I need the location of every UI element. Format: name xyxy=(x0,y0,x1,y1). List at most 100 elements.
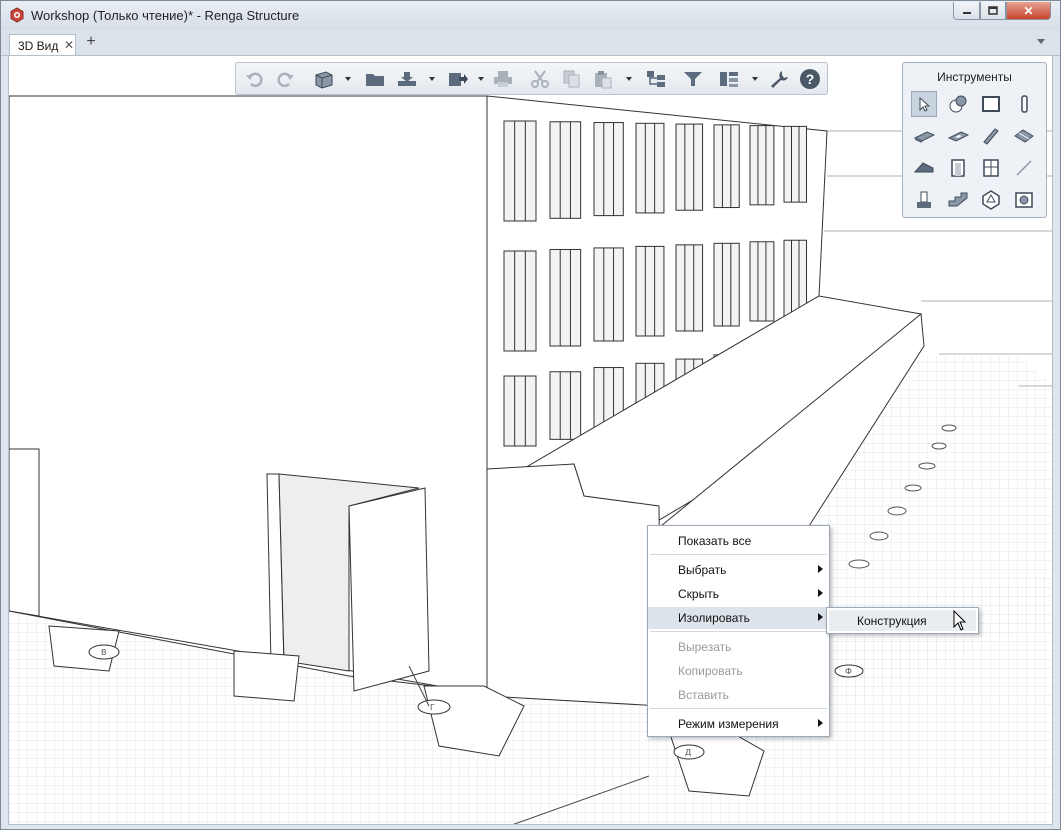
maximize-button[interactable] xyxy=(980,2,1006,20)
facade-window xyxy=(783,239,808,317)
undo-icon[interactable] xyxy=(244,69,266,89)
facade-window xyxy=(635,122,665,214)
facade-window xyxy=(593,247,624,342)
facade-window xyxy=(549,121,582,219)
menu-item-label: Выбрать xyxy=(678,563,727,577)
tool-beam[interactable] xyxy=(978,123,1004,149)
tab-label: 3D Вид xyxy=(18,39,59,53)
menu-item-label: Вставить xyxy=(678,688,729,702)
close-window-button[interactable]: ✕ xyxy=(1006,2,1051,20)
facade-window xyxy=(635,245,665,337)
print-icon[interactable] xyxy=(492,69,514,89)
tool-rebar[interactable] xyxy=(978,187,1004,213)
facade-window xyxy=(549,248,582,347)
3d-viewport[interactable]: В Г Д Ф xyxy=(8,55,1053,825)
add-tab-button[interactable]: + xyxy=(83,34,99,51)
paste-dropdown-icon[interactable] xyxy=(626,77,632,81)
submenu-arrow-icon xyxy=(818,589,823,597)
facade-window xyxy=(593,122,624,217)
help-icon[interactable]: ? xyxy=(800,69,820,89)
import-dropdown-icon[interactable] xyxy=(429,77,435,81)
ribbon-icon xyxy=(1014,129,1034,143)
roof-icon xyxy=(913,162,934,173)
menu-item-measure-mode[interactable]: Режим измерения xyxy=(648,713,829,735)
open-folder-icon[interactable] xyxy=(364,69,386,89)
facade-window xyxy=(713,124,740,209)
submenu-arrow-icon xyxy=(818,613,823,621)
tool-line[interactable] xyxy=(1011,155,1037,181)
tab-close-icon[interactable]: ✕ xyxy=(64,38,74,52)
svg-text:Ф: Ф xyxy=(845,667,852,676)
tool-slab[interactable] xyxy=(911,123,937,149)
menu-item-select[interactable]: Выбрать xyxy=(648,559,829,581)
axis-marker-d: Д xyxy=(673,744,705,760)
export-dropdown-icon[interactable] xyxy=(478,77,484,81)
menu-item-label: Режим измерения xyxy=(678,717,779,731)
menu-item-hide[interactable]: Скрыть xyxy=(648,583,829,605)
view-dropdown-icon[interactable] xyxy=(345,77,351,81)
isolate-view-icon xyxy=(1015,192,1033,208)
tool-roof[interactable] xyxy=(911,155,937,181)
axis-marker-f: Ф xyxy=(834,664,864,678)
beam-icon xyxy=(983,128,999,145)
menu-item-paste[interactable]: Вставить xyxy=(648,684,829,706)
tool-stair[interactable] xyxy=(945,187,971,213)
close-icon: ✕ xyxy=(1023,3,1034,18)
facade-window xyxy=(749,241,775,322)
tool-column[interactable] xyxy=(1011,91,1037,117)
menu-item-copy[interactable]: Копировать xyxy=(648,660,829,682)
tab-list-dropdown-icon[interactable] xyxy=(1037,39,1045,44)
redo-icon[interactable] xyxy=(274,69,296,89)
facade-window xyxy=(783,125,808,203)
rebar-icon xyxy=(982,190,1000,210)
menu-item-label: Скрыть xyxy=(678,587,719,601)
minimize-button[interactable] xyxy=(953,2,980,20)
facade-window xyxy=(549,371,582,440)
tool-door[interactable] xyxy=(945,155,971,181)
wall-icon xyxy=(982,96,1000,112)
export-icon[interactable] xyxy=(447,69,469,89)
import-icon[interactable] xyxy=(396,69,418,89)
view-cube-icon[interactable] xyxy=(312,69,334,89)
copy-icon[interactable] xyxy=(560,69,582,89)
column-icon xyxy=(1021,95,1028,113)
tool-ribbon[interactable] xyxy=(1011,123,1037,149)
main-toolbar: ? xyxy=(235,62,828,95)
renga-app-icon xyxy=(10,7,24,23)
paste-icon[interactable] xyxy=(592,69,614,89)
stair-icon xyxy=(948,192,968,207)
facade-window xyxy=(675,244,704,332)
tab-3d-view[interactable]: 3D Вид ✕ xyxy=(9,34,76,55)
filter-icon[interactable] xyxy=(682,69,704,89)
facade-window xyxy=(503,120,537,222)
settings-wrench-icon[interactable] xyxy=(768,69,790,89)
building-model-scene[interactable]: В Г Д Ф xyxy=(9,56,1053,825)
window-title: Workshop (Только чтение)* - Renga Struct… xyxy=(31,8,300,23)
menu-item-cut[interactable]: Вырезать xyxy=(648,636,829,658)
opening-icon xyxy=(947,131,969,142)
tool-opening[interactable] xyxy=(945,123,971,149)
menu-item-isolate[interactable]: Изолировать xyxy=(648,607,829,629)
tools-panel-title: Инструменты xyxy=(937,70,1012,84)
layout-dropdown-icon[interactable] xyxy=(752,77,758,81)
menu-item-label: Копировать xyxy=(678,664,743,678)
maximize-icon xyxy=(988,6,998,15)
tool-window[interactable] xyxy=(978,155,1004,181)
minimize-icon xyxy=(962,11,971,14)
title-bar[interactable]: Workshop (Только чтение)* - Renga Struct… xyxy=(1,1,1060,30)
stair-box-door xyxy=(348,487,430,692)
tool-wall[interactable] xyxy=(978,91,1004,117)
element-icon xyxy=(917,191,931,208)
menu-item-show-all[interactable]: Показать все xyxy=(648,530,829,552)
hierarchy-icon[interactable] xyxy=(645,69,667,89)
cut-icon[interactable] xyxy=(529,69,551,89)
menu-separator xyxy=(650,554,827,555)
foundation-left xyxy=(233,650,300,702)
tool-isolate-view[interactable] xyxy=(1011,187,1037,213)
left-edge-wall xyxy=(9,448,40,617)
door-icon xyxy=(951,159,965,177)
layout-icon[interactable] xyxy=(718,69,740,89)
tool-element[interactable] xyxy=(911,187,937,213)
tool-select[interactable] xyxy=(911,91,937,117)
tool-level[interactable] xyxy=(945,91,971,117)
